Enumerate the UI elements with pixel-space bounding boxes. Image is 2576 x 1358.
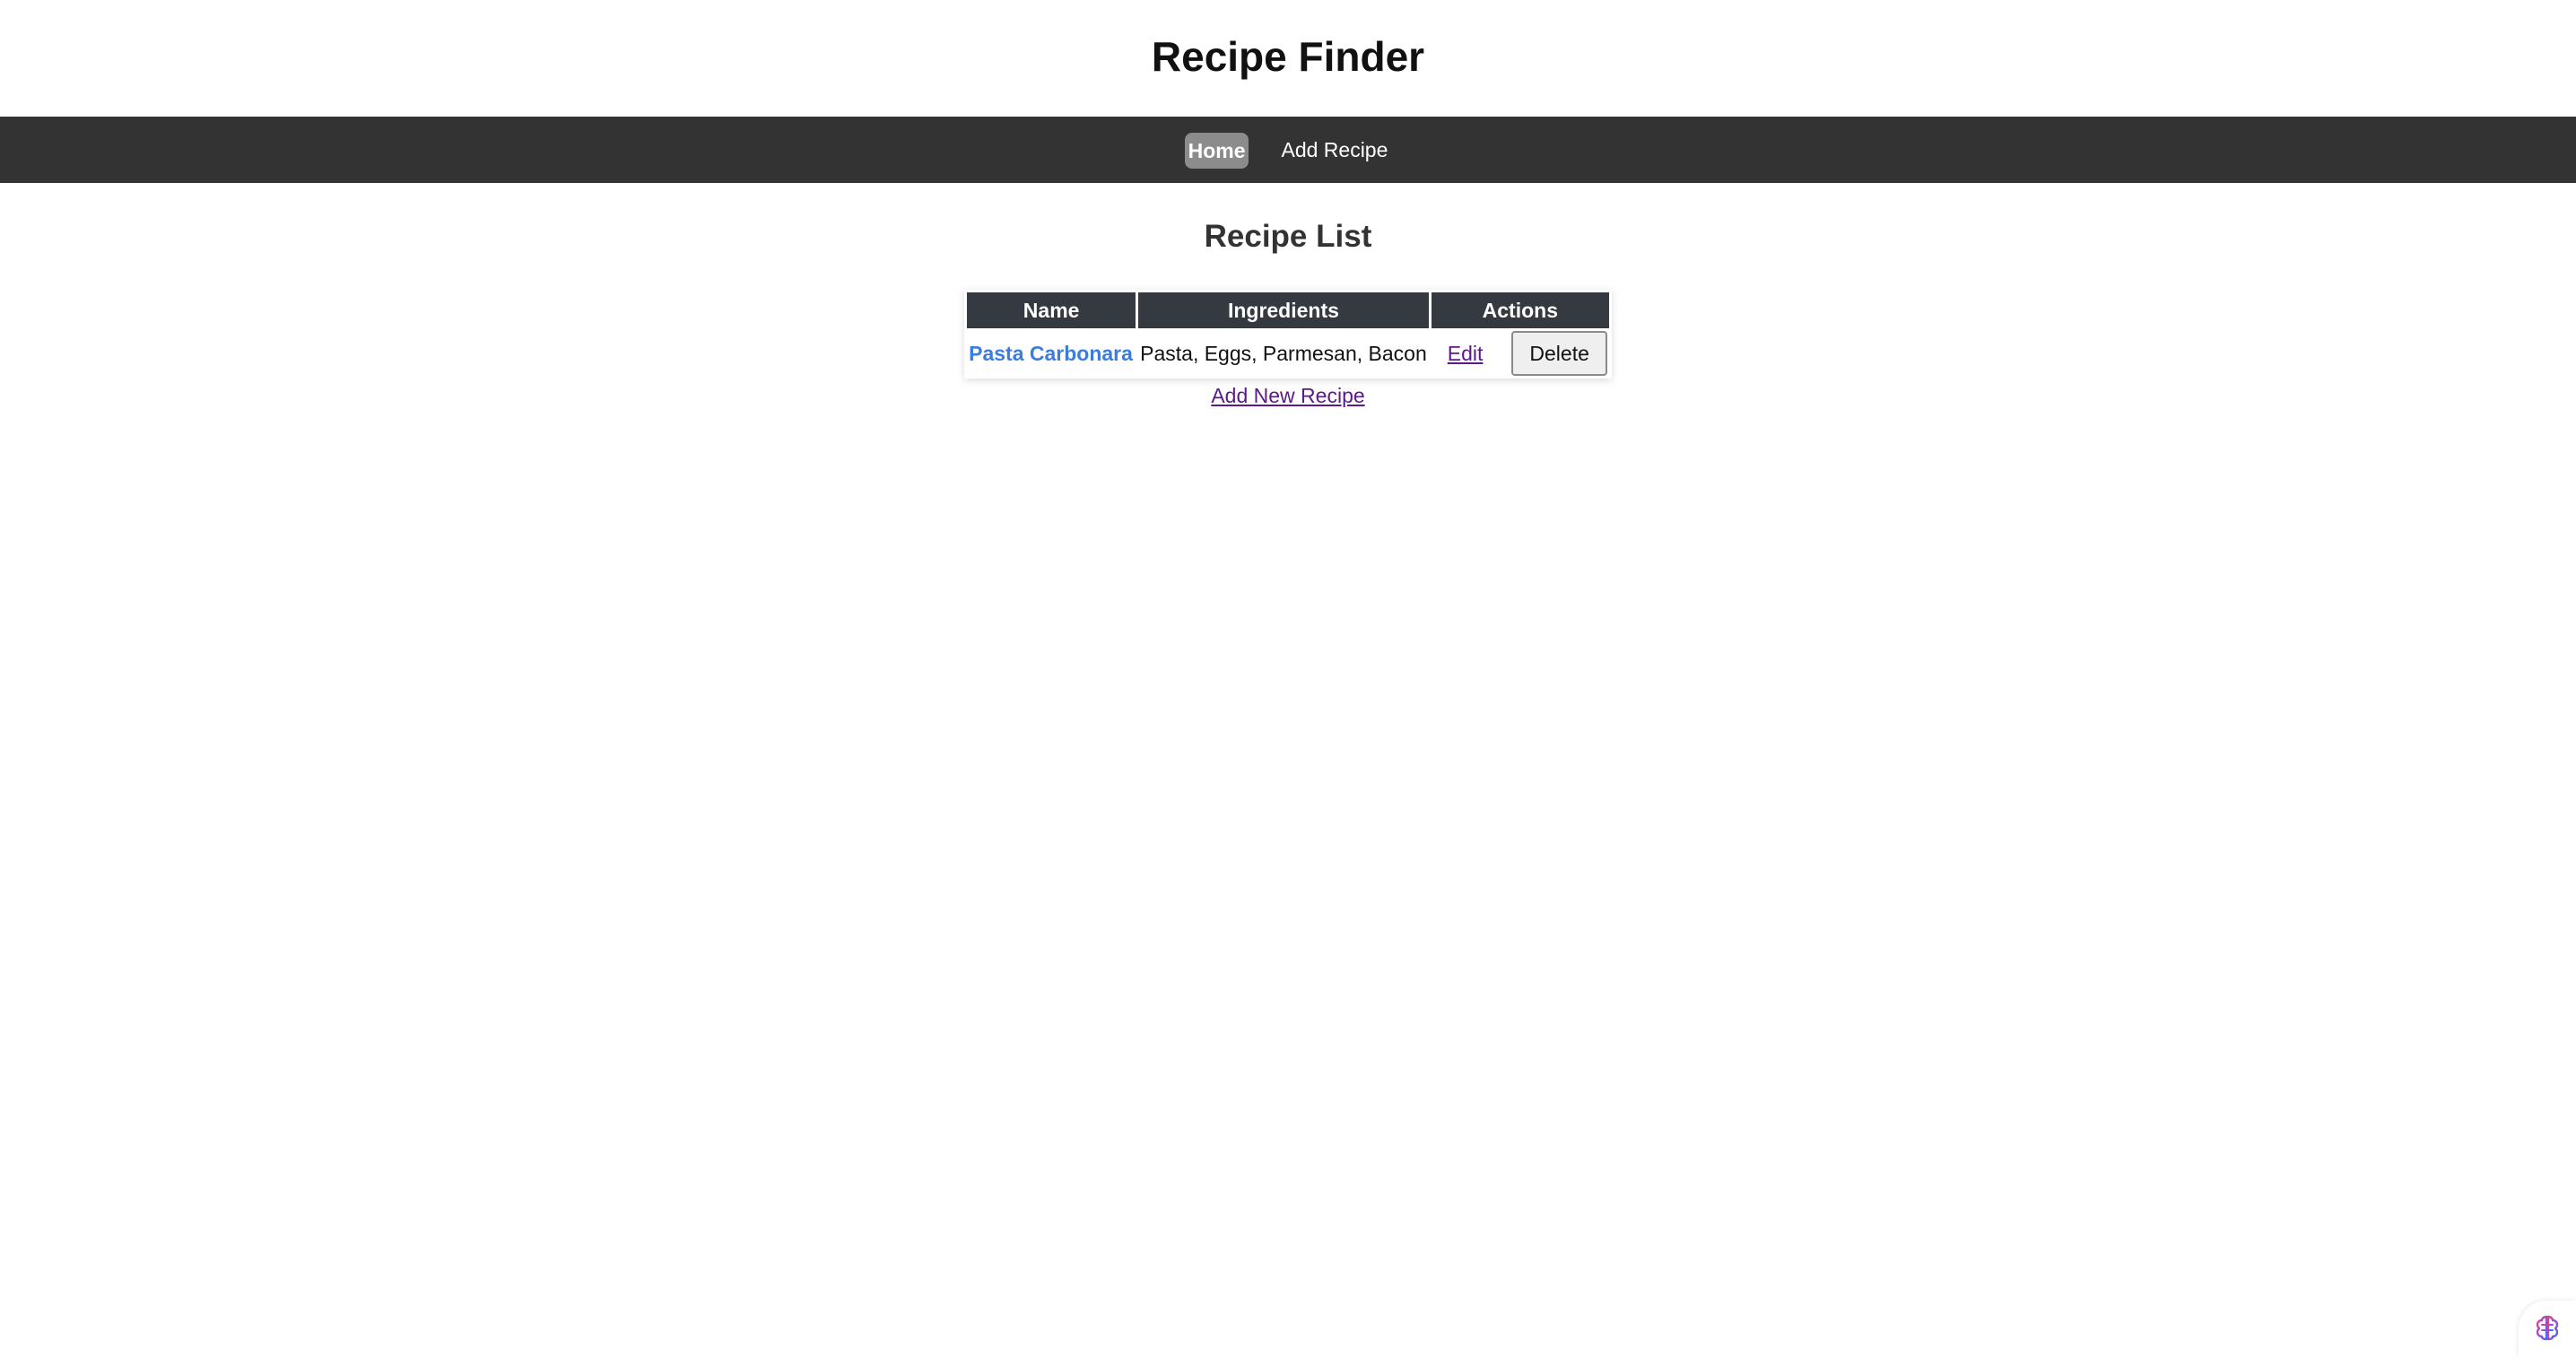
actions-group: Edit Delete [1433, 331, 1607, 376]
nav-home-link[interactable]: Home [1184, 133, 1249, 169]
nav-add-recipe-link[interactable]: Add Recipe [1277, 132, 1391, 168]
delete-button[interactable]: Delete [1511, 331, 1607, 376]
section-title: Recipe List [1204, 219, 1372, 254]
recipe-name-cell: Pasta Carbonara [967, 331, 1136, 376]
column-header-name: Name [967, 292, 1136, 328]
main-content: Recipe List Name Ingredients Actions Pas… [0, 183, 2576, 408]
recipe-name-link[interactable]: Pasta Carbonara [969, 342, 1133, 365]
recipe-table: Name Ingredients Actions Pasta Carbonara… [964, 290, 1612, 379]
site-header: Recipe Finder [0, 0, 2576, 117]
add-new-recipe-link[interactable]: Add New Recipe [1211, 384, 1364, 408]
navbar: Home Add Recipe [0, 117, 2576, 183]
table-header-row: Name Ingredients Actions [967, 292, 1609, 328]
column-header-actions: Actions [1431, 292, 1609, 328]
table-row: Pasta Carbonara Pasta, Eggs, Parmesan, B… [967, 331, 1609, 376]
recipe-actions-cell: Edit Delete [1432, 331, 1609, 376]
edit-link[interactable]: Edit [1448, 342, 1484, 366]
recipe-ingredients-cell: Pasta, Eggs, Parmesan, Bacon [1140, 341, 1427, 365]
brain-icon [2532, 1312, 2563, 1347]
page: Recipe Finder Home Add Recipe Recipe Lis… [0, 0, 2576, 1358]
column-header-ingredients: Ingredients [1138, 292, 1429, 328]
page-title: Recipe Finder [1151, 33, 1425, 80]
assistant-widget-button[interactable] [2519, 1301, 2576, 1358]
